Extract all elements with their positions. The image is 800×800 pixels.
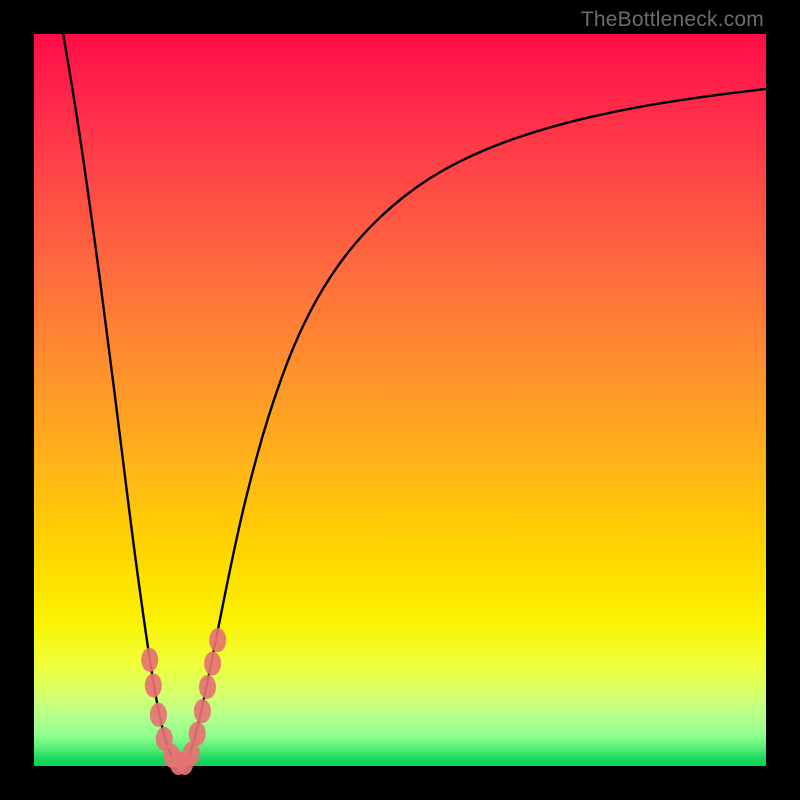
highlight-dot [209,628,226,652]
bottleneck-curve [63,34,766,766]
highlight-dot [145,673,162,697]
highlight-dot [150,703,167,727]
highlight-dot-group [141,628,226,775]
highlight-dot [189,722,206,746]
highlight-dot [141,648,158,672]
highlight-dot [204,652,221,676]
highlight-dot [194,699,211,723]
chart-svg [34,34,766,766]
highlight-dot [199,675,216,699]
plot-area [34,34,766,766]
chart-frame: TheBottleneck.com [0,0,800,800]
watermark-text: TheBottleneck.com [581,8,764,32]
